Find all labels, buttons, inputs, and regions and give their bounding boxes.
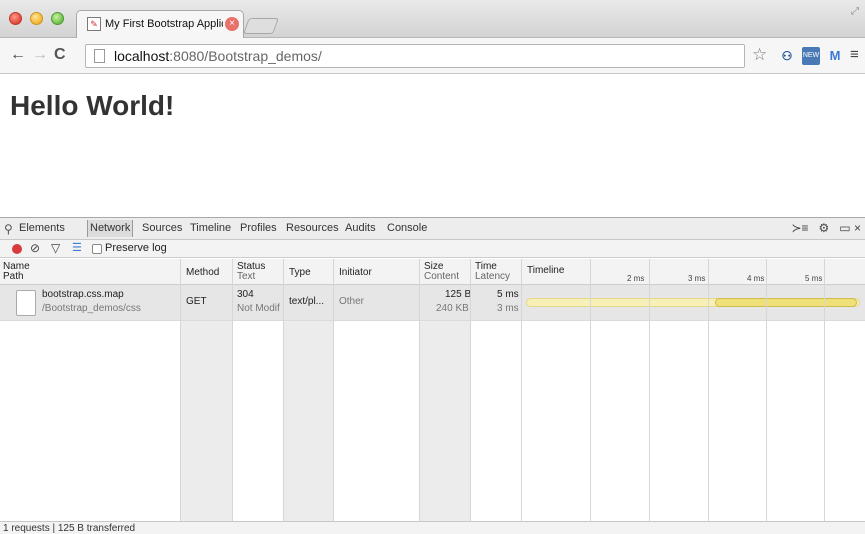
- row-time: 5 ms: [497, 289, 519, 300]
- tab-audits[interactable]: Audits: [345, 222, 376, 234]
- row-status: 304: [237, 289, 254, 300]
- page-icon: [94, 49, 105, 63]
- url-host: localhost: [114, 48, 170, 64]
- timeline-bar-download[interactable]: [715, 298, 857, 307]
- column-divider: [521, 259, 522, 521]
- browser-toolbar: ← → C localhost:8080/Bootstrap_demos/ ☆ …: [0, 38, 865, 74]
- record-button[interactable]: [12, 244, 22, 254]
- tab-close-icon[interactable]: ×: [225, 17, 239, 31]
- grid-header: Name Path Method Status Text Type Initia…: [0, 259, 865, 285]
- tab-profiles[interactable]: Profiles: [240, 222, 277, 234]
- page-heading: Hello World!: [10, 90, 175, 121]
- file-icon: [16, 290, 36, 316]
- col-content-header[interactable]: Content: [424, 271, 459, 282]
- devtools-panel: ⚲ Elements Network Sources Timeline Prof…: [0, 217, 865, 534]
- status-summary: 1 requests | 125 B transferred: [3, 523, 136, 534]
- tab-network[interactable]: Network: [87, 220, 134, 237]
- timeline-tick: 3 ms: [688, 274, 706, 283]
- window-minimize-button[interactable]: [30, 12, 43, 25]
- large-rows-icon[interactable]: ☰: [72, 241, 82, 254]
- search-icon[interactable]: ⚲: [4, 222, 13, 236]
- row-name[interactable]: bootstrap.css.map: [42, 289, 124, 300]
- clear-icon[interactable]: ⊘: [30, 241, 40, 255]
- window-close-button[interactable]: [9, 12, 22, 25]
- forward-arrow-icon[interactable]: →: [32, 46, 48, 64]
- col-type-header[interactable]: Type: [289, 267, 311, 278]
- url-text[interactable]: localhost:8080/Bootstrap_demos/: [114, 48, 322, 64]
- column-divider: [419, 259, 420, 521]
- table-row[interactable]: bootstrap.css.map /Bootstrap_demos/css G…: [0, 285, 865, 321]
- row-path: /Bootstrap_demos/css: [42, 303, 141, 314]
- row-type: text/pl...: [289, 296, 325, 307]
- column-divider: [232, 259, 233, 521]
- window-maximize-button[interactable]: [51, 12, 64, 25]
- devtools-controls: ≻≡ ⚙ ▭ ×: [791, 221, 861, 235]
- network-status-bar: 1 requests | 125 B transferred: [0, 521, 865, 534]
- row-status-text: Not Modif: [237, 303, 280, 314]
- tab-timeline[interactable]: Timeline: [190, 222, 231, 234]
- row-content: 240 KB: [436, 303, 469, 314]
- browser-tab[interactable]: ✎ My First Bootstrap Applica ×: [76, 10, 244, 38]
- column-divider: [333, 259, 334, 521]
- dock-icon[interactable]: ▭: [839, 221, 850, 235]
- page-viewport: Hello World!: [0, 75, 865, 217]
- address-bar[interactable]: localhost:8080/Bootstrap_demos/: [85, 44, 745, 68]
- tab-title: My First Bootstrap Applica: [105, 18, 223, 30]
- tab-elements[interactable]: Elements: [19, 222, 65, 234]
- gear-icon[interactable]: ⚙: [819, 221, 830, 235]
- filter-icon[interactable]: ▽: [51, 241, 60, 255]
- close-icon[interactable]: ×: [854, 221, 861, 235]
- reload-icon[interactable]: C: [54, 46, 66, 64]
- bookmark-star-icon[interactable]: ☆: [752, 45, 767, 65]
- row-latency: 3 ms: [497, 303, 519, 314]
- timeline-tick: 2 ms: [627, 274, 645, 283]
- col-text-header[interactable]: Text: [237, 271, 255, 282]
- timeline-tick: 5 ms: [805, 274, 823, 283]
- browser-window: ✎ My First Bootstrap Applica × ⤢ ← → C l…: [0, 0, 865, 534]
- devtools-tab-bar: ⚲ Elements Network Sources Timeline Prof…: [0, 218, 865, 240]
- network-grid: Name Path Method Status Text Type Initia…: [0, 259, 865, 521]
- column-divider: [470, 259, 471, 521]
- url-path: :8080/Bootstrap_demos/: [169, 48, 322, 64]
- timeline-gridline: [649, 259, 650, 521]
- extension-new-icon[interactable]: NEW: [802, 47, 820, 65]
- new-tab-button[interactable]: [243, 18, 279, 34]
- back-arrow-icon[interactable]: ←: [10, 46, 26, 64]
- preserve-log-label: Preserve log: [105, 242, 167, 254]
- column-divider: [180, 259, 181, 521]
- console-drawer-icon[interactable]: ≻≡: [791, 221, 808, 235]
- extension-user-icon[interactable]: ⚇: [778, 47, 796, 65]
- preserve-log-checkbox[interactable]: [92, 244, 102, 254]
- col-latency-header[interactable]: Latency: [475, 271, 510, 282]
- timeline-tick: 4 ms: [747, 274, 765, 283]
- col-initiator-header[interactable]: Initiator: [339, 267, 372, 278]
- column-divider: [283, 259, 284, 521]
- network-toolbar: ⊘ ▽ ☰ Preserve log: [0, 240, 865, 258]
- tab-resources[interactable]: Resources: [286, 222, 339, 234]
- timeline-gridline: [766, 259, 767, 521]
- col-timeline-header[interactable]: Timeline: [527, 265, 564, 276]
- menu-hamburger-icon[interactable]: ≡: [850, 46, 859, 63]
- row-initiator: Other: [339, 296, 365, 307]
- tab-sources[interactable]: Sources: [142, 222, 182, 234]
- tab-console[interactable]: Console: [387, 222, 427, 234]
- timeline-gridline: [824, 259, 825, 521]
- row-size: 125 B: [445, 289, 472, 300]
- gmail-extension-icon[interactable]: M: [826, 47, 844, 65]
- bootstrap-favicon-icon: ✎: [87, 17, 101, 31]
- row-method: GET: [186, 296, 207, 307]
- col-method-header[interactable]: Method: [186, 267, 219, 278]
- timeline-gridline: [590, 259, 591, 521]
- grid-body: bootstrap.css.map /Bootstrap_demos/css G…: [0, 285, 865, 521]
- fullscreen-icon[interactable]: ⤢: [851, 6, 859, 17]
- tab-strip: ✎ My First Bootstrap Applica × ⤢: [0, 0, 865, 38]
- timeline-gridline: [708, 259, 709, 521]
- col-path-header[interactable]: Path: [3, 271, 24, 282]
